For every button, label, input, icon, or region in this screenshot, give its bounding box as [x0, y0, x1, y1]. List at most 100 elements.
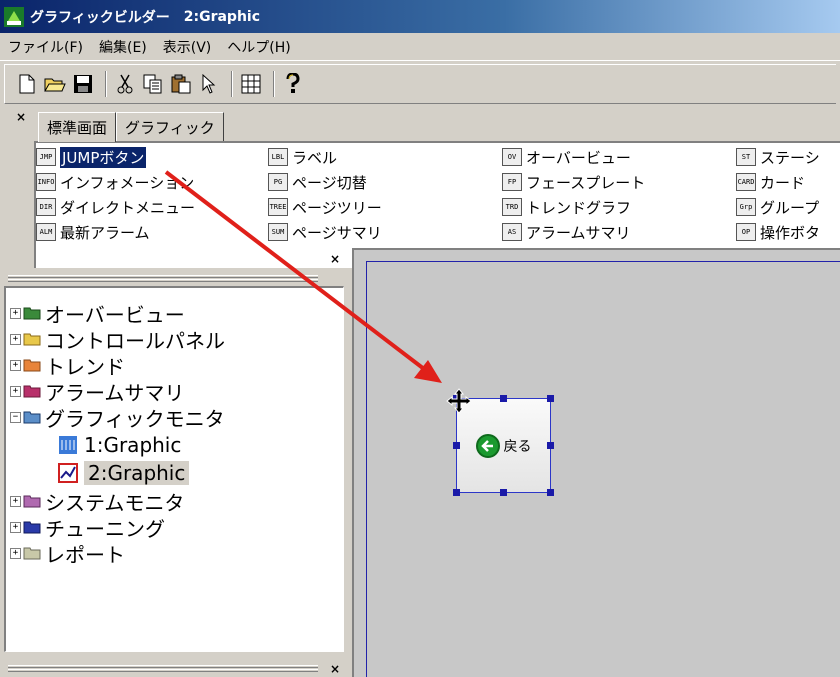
operation-button-icon: OP — [736, 223, 756, 241]
graphic-page-icon — [58, 463, 78, 483]
expand-icon[interactable]: + — [10, 333, 21, 345]
tree-node-overview[interactable]: + オーバービュー — [10, 300, 185, 327]
paste-icon[interactable] — [169, 72, 193, 96]
palette-item-group[interactable]: Grp グループ — [736, 195, 819, 219]
resize-handle-n[interactable] — [500, 395, 507, 402]
expand-icon[interactable]: + — [10, 307, 21, 319]
palette-close-button[interactable]: × — [16, 110, 26, 124]
toolbar-separator — [105, 71, 107, 97]
group-icon: Grp — [736, 198, 756, 216]
document-title: 2:Graphic — [183, 8, 261, 25]
folder-icon — [23, 495, 41, 508]
collapse-icon[interactable]: − — [10, 411, 21, 423]
tree-node-graphic-2[interactable]: 2:Graphic — [58, 460, 190, 486]
expand-icon[interactable]: + — [10, 495, 21, 507]
information-icon: INFO — [36, 173, 56, 191]
resize-handle-se[interactable] — [547, 489, 554, 496]
folder-icon — [23, 521, 41, 534]
lower-panel-grip[interactable] — [4, 664, 342, 674]
app-title: グラフィックビルダー — [30, 9, 170, 26]
tree-node-trend[interactable]: + トレンド — [10, 352, 125, 379]
palette-item-alarm-summary[interactable]: AS アラームサマリ — [502, 220, 631, 244]
faceplate-icon: FP — [502, 173, 522, 191]
expand-icon[interactable]: + — [10, 547, 21, 559]
palette-item-page-tree[interactable]: TREE ページツリー — [268, 195, 382, 219]
expand-icon[interactable]: + — [10, 521, 21, 533]
palette-item-operation-button[interactable]: OP 操作ボタ — [736, 220, 820, 244]
resize-handle-ne[interactable] — [547, 395, 554, 402]
card-icon: CARD — [736, 173, 756, 191]
palette-item-label[interactable]: LBL ラベル — [268, 145, 337, 169]
tree-node-report[interactable]: + レポート — [10, 540, 125, 567]
station-icon: ST — [736, 148, 756, 166]
page-summary-icon: SUM — [268, 223, 288, 241]
folder-icon — [23, 547, 41, 560]
palette-item-page-summary[interactable]: SUM ページサマリ — [268, 220, 382, 244]
jump-button-label: 戻る — [503, 438, 532, 455]
palette-item-trend-graph[interactable]: TRD トレンドグラフ — [502, 195, 631, 219]
palette-item-card[interactable]: CARD カード — [736, 170, 805, 194]
grid-icon[interactable] — [239, 72, 263, 96]
toolbar-separator — [231, 71, 233, 97]
copy-icon[interactable] — [141, 72, 165, 96]
tree-node-graphic-monitor[interactable]: − グラフィックモニタ — [10, 404, 225, 431]
menu-help[interactable]: ヘルプ(H) — [219, 37, 298, 57]
menu-file[interactable]: ファイル(F) — [0, 37, 91, 57]
lower-panel-close-button[interactable]: × — [330, 662, 340, 676]
graphic-page-icon — [59, 436, 77, 454]
page-switch-icon: PG — [268, 173, 288, 191]
palette-item-information[interactable]: INFO インフォメーション — [36, 170, 194, 194]
graphic-page-boundary — [366, 261, 840, 677]
tree-node-tuning[interactable]: + チューニング — [10, 514, 165, 541]
tree-panel-close-button[interactable]: × — [330, 252, 340, 266]
jump-button-icon: JMP — [36, 148, 56, 166]
palette-item-faceplate[interactable]: FP フェースプレート — [502, 170, 645, 194]
menu-view[interactable]: 表示(V) — [155, 37, 220, 57]
folder-icon — [23, 385, 41, 398]
tree-node-alarm-summary[interactable]: + アラームサマリ — [10, 378, 184, 405]
move-cursor-icon — [446, 388, 472, 414]
page-tree-icon: TREE — [268, 198, 288, 216]
menu-edit[interactable]: 編集(E) — [91, 37, 155, 57]
tab-graphic[interactable]: グラフィック — [116, 112, 224, 142]
graphic-builder-window: グラフィックビルダー 2:Graphic ファイル(F) 編集(E) 表示(V)… — [0, 0, 840, 677]
palette-item-page-switch[interactable]: PG ページ切替 — [268, 170, 367, 194]
palette-item-direct-menu[interactable]: DIR ダイレクトメニュー — [36, 195, 195, 219]
open-folder-icon[interactable] — [43, 72, 67, 96]
expand-icon[interactable]: + — [10, 385, 21, 397]
resize-handle-w[interactable] — [453, 442, 460, 449]
palette-item-overview[interactable]: OV オーバービュー — [502, 145, 631, 169]
tree-node-graphic-1[interactable]: 1:Graphic — [58, 432, 181, 458]
save-icon[interactable] — [71, 72, 95, 96]
folder-icon — [23, 359, 41, 372]
cut-icon[interactable] — [113, 72, 137, 96]
expand-icon[interactable]: + — [10, 359, 21, 371]
resize-handle-e[interactable] — [547, 442, 554, 449]
palette-item-jump-button[interactable]: JMP JUMPボタン — [36, 145, 147, 169]
folder-icon — [23, 307, 41, 320]
label-icon: LBL — [268, 148, 288, 166]
tree-node-control-panel[interactable]: + コントロールパネル — [10, 326, 225, 353]
palette-tabs: 標準画面 グラフィック — [38, 112, 224, 142]
page-tree: + オーバービュー + コントロールパネル + トレンド + アラームサマリ −… — [4, 286, 344, 652]
toolbar — [4, 64, 836, 104]
resize-handle-sw[interactable] — [453, 489, 460, 496]
app-icon — [4, 6, 24, 27]
title-bar: グラフィックビルダー 2:Graphic — [0, 0, 840, 33]
latest-alarm-icon: ALM — [36, 223, 56, 241]
help-icon[interactable] — [281, 72, 305, 96]
pointer-icon[interactable] — [197, 72, 221, 96]
alarm-summary-icon: AS — [502, 223, 522, 241]
overview-icon: OV — [502, 148, 522, 166]
tree-panel-grip[interactable] — [4, 274, 342, 284]
direct-menu-icon: DIR — [36, 198, 56, 216]
palette-item-latest-alarm[interactable]: ALM 最新アラーム — [36, 220, 150, 244]
folder-open-icon — [23, 411, 41, 424]
resize-handle-s[interactable] — [500, 489, 507, 496]
tree-node-system-monitor[interactable]: + システムモニタ — [10, 488, 184, 515]
new-file-icon[interactable] — [15, 72, 39, 96]
back-arrow-icon — [475, 433, 500, 458]
tab-standard-screen[interactable]: 標準画面 — [38, 112, 117, 142]
palette-item-station[interactable]: ST ステーシ — [736, 145, 820, 169]
trend-graph-icon: TRD — [502, 198, 522, 216]
